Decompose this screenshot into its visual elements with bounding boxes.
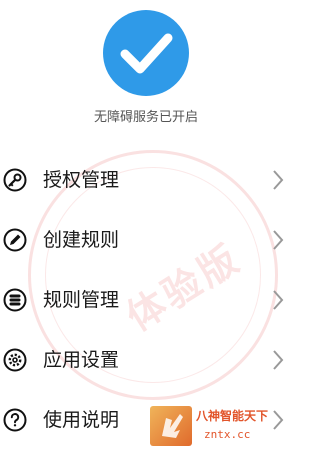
key-icon	[3, 168, 27, 192]
menu-item-label: 使用说明	[43, 409, 120, 431]
logo-text-line2: zntx.cc	[204, 428, 251, 441]
logo-badge-icon	[150, 406, 192, 446]
app-screen: 体验版 无障碍服务已开启 授权管理 创建规则 规则管理 应用设置 使用说明 八神…	[0, 0, 292, 457]
menu-item-label: 创建规则	[43, 229, 120, 251]
logo-text-line1: 八神智能天下	[196, 409, 269, 423]
menu-item-app-settings[interactable]: 应用设置	[0, 330, 292, 390]
database-icon	[3, 288, 27, 312]
service-status-text: 无障碍服务已开启	[93, 110, 198, 125]
main-menu: 授权管理 创建规则 规则管理 应用设置 使用说明	[0, 150, 292, 450]
menu-item-label: 规则管理	[43, 289, 120, 311]
chevron-right-icon	[272, 349, 284, 371]
site-logo-watermark: 八神智能天下 zntx.cc	[150, 406, 292, 446]
gear-icon	[3, 348, 27, 372]
chevron-right-icon	[272, 229, 284, 251]
menu-item-authorization[interactable]: 授权管理	[0, 150, 292, 210]
menu-item-label: 授权管理	[43, 169, 120, 191]
chevron-right-icon	[272, 289, 284, 311]
help-icon	[3, 408, 27, 432]
menu-item-label: 应用设置	[43, 349, 120, 371]
menu-item-rule-management[interactable]: 规则管理	[0, 270, 292, 330]
menu-item-create-rule[interactable]: 创建规则	[0, 210, 292, 270]
checkmark-icon	[103, 10, 189, 96]
pencil-icon	[3, 228, 27, 252]
chevron-right-icon	[272, 169, 284, 191]
